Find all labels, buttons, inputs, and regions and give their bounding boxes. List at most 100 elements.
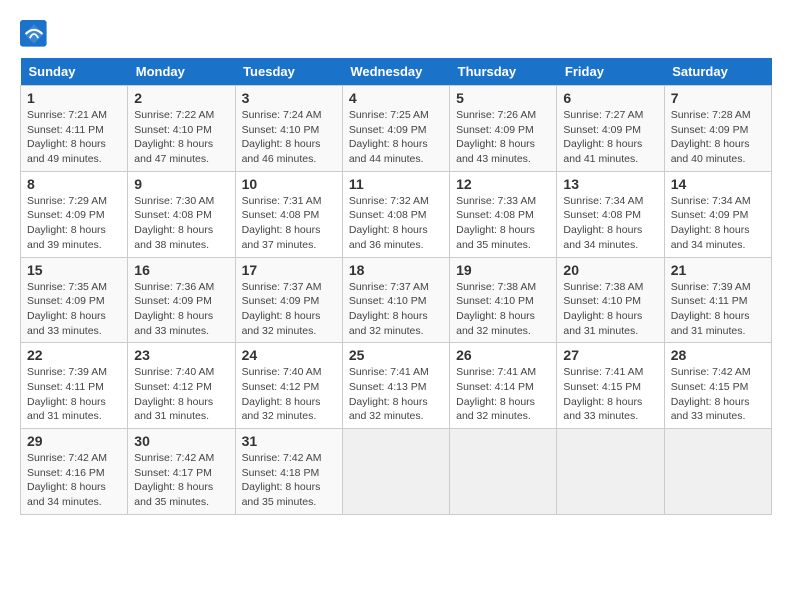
day-info: Sunrise: 7:34 AM Sunset: 4:08 PM Dayligh… [563, 194, 657, 253]
day-number: 8 [27, 176, 121, 192]
calendar-day-cell: 13 Sunrise: 7:34 AM Sunset: 4:08 PM Dayli… [557, 171, 664, 257]
calendar-day-cell: 27Sunrise: 7:41 AM Sunset: 4:15 PM Dayli… [557, 343, 664, 429]
calendar-week-row: 22 Sunrise: 7:39 AM Sunset: 4:11 PM Dayli… [21, 343, 772, 429]
calendar-day-cell: 12Sunrise: 7:33 AM Sunset: 4:08 PM Dayli… [450, 171, 557, 257]
day-number: 2 [134, 90, 228, 106]
calendar-day-cell [664, 429, 771, 515]
calendar-day-cell: 21Sunrise: 7:39 AM Sunset: 4:11 PM Dayli… [664, 257, 771, 343]
day-info: Sunrise: 7:42 AM Sunset: 4:16 PM Dayligh… [27, 451, 121, 510]
calendar-day-cell: 4 Sunrise: 7:25 AM Sunset: 4:09 PM Daylig… [342, 86, 449, 172]
day-number: 23 [134, 347, 228, 363]
calendar-day-cell: 2 Sunrise: 7:22 AM Sunset: 4:10 PM Daylig… [128, 86, 235, 172]
day-info: Sunrise: 7:40 AM Sunset: 4:12 PM Dayligh… [134, 365, 228, 424]
calendar-table: SundayMondayTuesdayWednesdayThursdayFrid… [20, 58, 772, 515]
day-number: 24 [242, 347, 336, 363]
day-number: 10 [242, 176, 336, 192]
day-info: Sunrise: 7:32 AM Sunset: 4:08 PM Dayligh… [349, 194, 443, 253]
day-number: 31 [242, 433, 336, 449]
day-info: Sunrise: 7:29 AM Sunset: 4:09 PM Dayligh… [27, 194, 121, 253]
calendar-day-cell: 26 Sunrise: 7:41 AM Sunset: 4:14 PM Dayli… [450, 343, 557, 429]
calendar-day-cell: 16 Sunrise: 7:36 AM Sunset: 4:09 PM Dayli… [128, 257, 235, 343]
day-number: 15 [27, 262, 121, 278]
calendar-day-cell: 18Sunrise: 7:37 AM Sunset: 4:10 PM Dayli… [342, 257, 449, 343]
calendar-week-row: 15 Sunrise: 7:35 AM Sunset: 4:09 PM Dayli… [21, 257, 772, 343]
calendar-day-cell: 3Sunrise: 7:24 AM Sunset: 4:10 PM Daylig… [235, 86, 342, 172]
day-number: 1 [27, 90, 121, 106]
weekday-header-row: SundayMondayTuesdayWednesdayThursdayFrid… [21, 58, 772, 86]
day-number: 13 [563, 176, 657, 192]
calendar-week-row: 29 Sunrise: 7:42 AM Sunset: 4:16 PM Dayli… [21, 429, 772, 515]
day-info: Sunrise: 7:40 AM Sunset: 4:12 PM Dayligh… [242, 365, 336, 424]
day-number: 27 [563, 347, 657, 363]
day-number: 30 [134, 433, 228, 449]
calendar-day-cell: 17 Sunrise: 7:37 AM Sunset: 4:09 PM Dayli… [235, 257, 342, 343]
calendar-body: 1 Sunrise: 7:21 AM Sunset: 4:11 PM Daylig… [21, 86, 772, 515]
calendar-day-cell: 24 Sunrise: 7:40 AM Sunset: 4:12 PM Dayli… [235, 343, 342, 429]
calendar-week-row: 1 Sunrise: 7:21 AM Sunset: 4:11 PM Daylig… [21, 86, 772, 172]
calendar-day-cell [450, 429, 557, 515]
day-info: Sunrise: 7:25 AM Sunset: 4:09 PM Dayligh… [349, 108, 443, 167]
day-number: 4 [349, 90, 443, 106]
day-info: Sunrise: 7:39 AM Sunset: 4:11 PM Dayligh… [671, 280, 765, 339]
day-info: Sunrise: 7:26 AM Sunset: 4:09 PM Dayligh… [456, 108, 550, 167]
day-number: 28 [671, 347, 765, 363]
day-info: Sunrise: 7:34 AM Sunset: 4:09 PM Dayligh… [671, 194, 765, 253]
calendar-day-cell: 14 Sunrise: 7:34 AM Sunset: 4:09 PM Dayli… [664, 171, 771, 257]
day-number: 18 [349, 262, 443, 278]
calendar-day-cell [342, 429, 449, 515]
calendar-day-cell: 29 Sunrise: 7:42 AM Sunset: 4:16 PM Dayli… [21, 429, 128, 515]
day-number: 11 [349, 176, 443, 192]
day-info: Sunrise: 7:42 AM Sunset: 4:18 PM Dayligh… [242, 451, 336, 510]
calendar-day-cell: 5 Sunrise: 7:26 AM Sunset: 4:09 PM Daylig… [450, 86, 557, 172]
calendar-day-cell: 25 Sunrise: 7:41 AM Sunset: 4:13 PM Dayli… [342, 343, 449, 429]
weekday-header-cell: Saturday [664, 58, 771, 86]
day-number: 14 [671, 176, 765, 192]
day-number: 6 [563, 90, 657, 106]
calendar-day-cell: 15 Sunrise: 7:35 AM Sunset: 4:09 PM Dayli… [21, 257, 128, 343]
day-info: Sunrise: 7:38 AM Sunset: 4:10 PM Dayligh… [456, 280, 550, 339]
calendar-day-cell: 22 Sunrise: 7:39 AM Sunset: 4:11 PM Dayli… [21, 343, 128, 429]
day-info: Sunrise: 7:24 AM Sunset: 4:10 PM Dayligh… [242, 108, 336, 167]
day-info: Sunrise: 7:39 AM Sunset: 4:11 PM Dayligh… [27, 365, 121, 424]
day-number: 17 [242, 262, 336, 278]
day-info: Sunrise: 7:31 AM Sunset: 4:08 PM Dayligh… [242, 194, 336, 253]
day-info: Sunrise: 7:22 AM Sunset: 4:10 PM Dayligh… [134, 108, 228, 167]
calendar-week-row: 8 Sunrise: 7:29 AM Sunset: 4:09 PM Daylig… [21, 171, 772, 257]
day-number: 16 [134, 262, 228, 278]
day-info: Sunrise: 7:42 AM Sunset: 4:15 PM Dayligh… [671, 365, 765, 424]
day-info: Sunrise: 7:37 AM Sunset: 4:09 PM Dayligh… [242, 280, 336, 339]
calendar-day-cell: 20 Sunrise: 7:38 AM Sunset: 4:10 PM Dayli… [557, 257, 664, 343]
calendar-day-cell: 31 Sunrise: 7:42 AM Sunset: 4:18 PM Dayli… [235, 429, 342, 515]
calendar-day-cell: 8 Sunrise: 7:29 AM Sunset: 4:09 PM Daylig… [21, 171, 128, 257]
day-number: 12 [456, 176, 550, 192]
calendar-day-cell: 1 Sunrise: 7:21 AM Sunset: 4:11 PM Daylig… [21, 86, 128, 172]
day-info: Sunrise: 7:41 AM Sunset: 4:14 PM Dayligh… [456, 365, 550, 424]
day-number: 5 [456, 90, 550, 106]
logo [20, 20, 52, 48]
weekday-header-cell: Friday [557, 58, 664, 86]
day-number: 29 [27, 433, 121, 449]
day-number: 26 [456, 347, 550, 363]
day-number: 20 [563, 262, 657, 278]
calendar-day-cell: 28 Sunrise: 7:42 AM Sunset: 4:15 PM Dayli… [664, 343, 771, 429]
calendar-day-cell: 30 Sunrise: 7:42 AM Sunset: 4:17 PM Dayli… [128, 429, 235, 515]
day-number: 22 [27, 347, 121, 363]
day-info: Sunrise: 7:36 AM Sunset: 4:09 PM Dayligh… [134, 280, 228, 339]
day-number: 25 [349, 347, 443, 363]
day-info: Sunrise: 7:21 AM Sunset: 4:11 PM Dayligh… [27, 108, 121, 167]
day-info: Sunrise: 7:42 AM Sunset: 4:17 PM Dayligh… [134, 451, 228, 510]
weekday-header-cell: Thursday [450, 58, 557, 86]
day-info: Sunrise: 7:41 AM Sunset: 4:13 PM Dayligh… [349, 365, 443, 424]
calendar-day-cell: 23 Sunrise: 7:40 AM Sunset: 4:12 PM Dayli… [128, 343, 235, 429]
day-info: Sunrise: 7:38 AM Sunset: 4:10 PM Dayligh… [563, 280, 657, 339]
calendar-day-cell: 19Sunrise: 7:38 AM Sunset: 4:10 PM Dayli… [450, 257, 557, 343]
weekday-header-cell: Tuesday [235, 58, 342, 86]
day-info: Sunrise: 7:35 AM Sunset: 4:09 PM Dayligh… [27, 280, 121, 339]
logo-icon [20, 20, 48, 48]
calendar-day-cell: 9Sunrise: 7:30 AM Sunset: 4:08 PM Daylig… [128, 171, 235, 257]
day-number: 9 [134, 176, 228, 192]
calendar-day-cell: 10 Sunrise: 7:31 AM Sunset: 4:08 PM Dayli… [235, 171, 342, 257]
weekday-header-cell: Wednesday [342, 58, 449, 86]
weekday-header-cell: Sunday [21, 58, 128, 86]
calendar-day-cell: 7Sunrise: 7:28 AM Sunset: 4:09 PM Daylig… [664, 86, 771, 172]
